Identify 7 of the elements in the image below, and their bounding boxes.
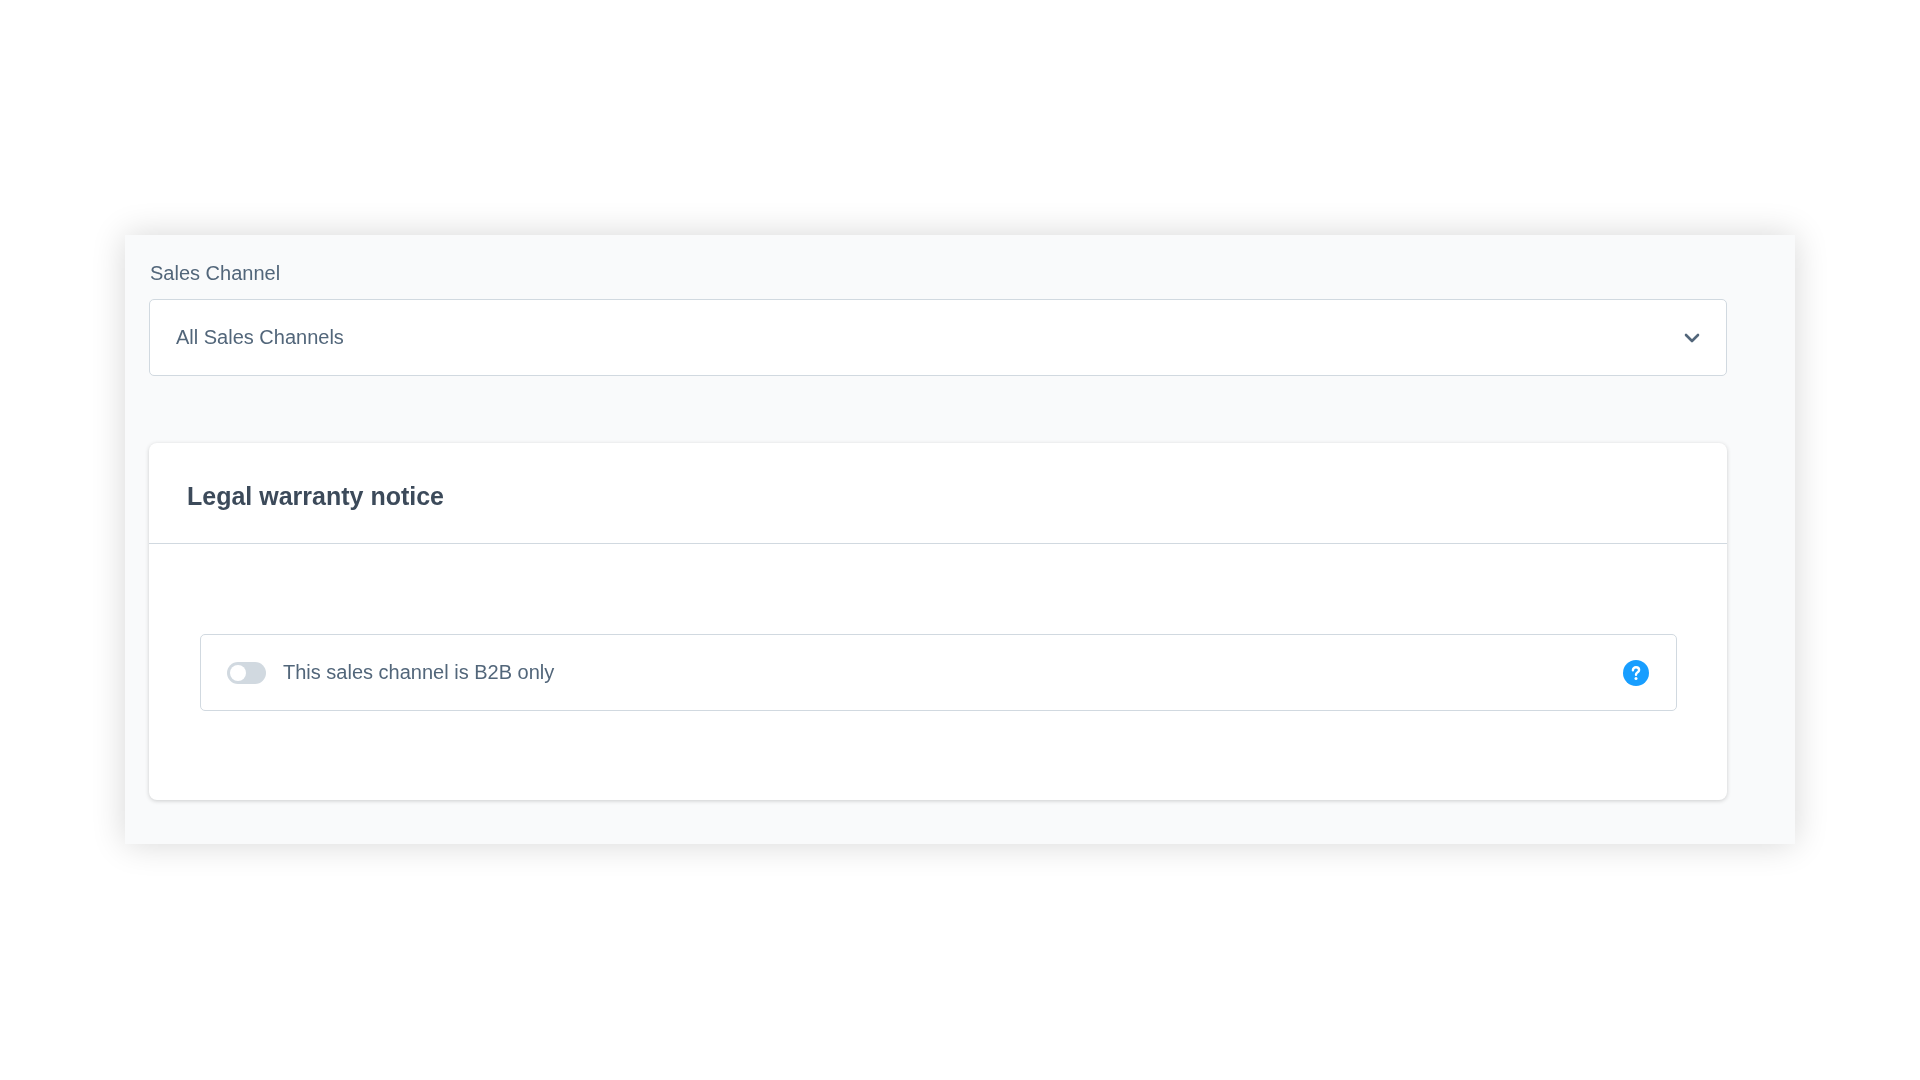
card-title: Legal warranty notice <box>187 481 445 511</box>
toggle-switch[interactable] <box>227 661 266 684</box>
sales-channel-select[interactable]: All Sales Channels <box>149 299 1727 376</box>
help-icon[interactable] <box>1623 659 1649 686</box>
field-label: Sales Channel <box>150 261 281 285</box>
chevron-down-icon <box>1684 332 1700 343</box>
switch-label: This sales channel is B2B only <box>283 661 556 684</box>
